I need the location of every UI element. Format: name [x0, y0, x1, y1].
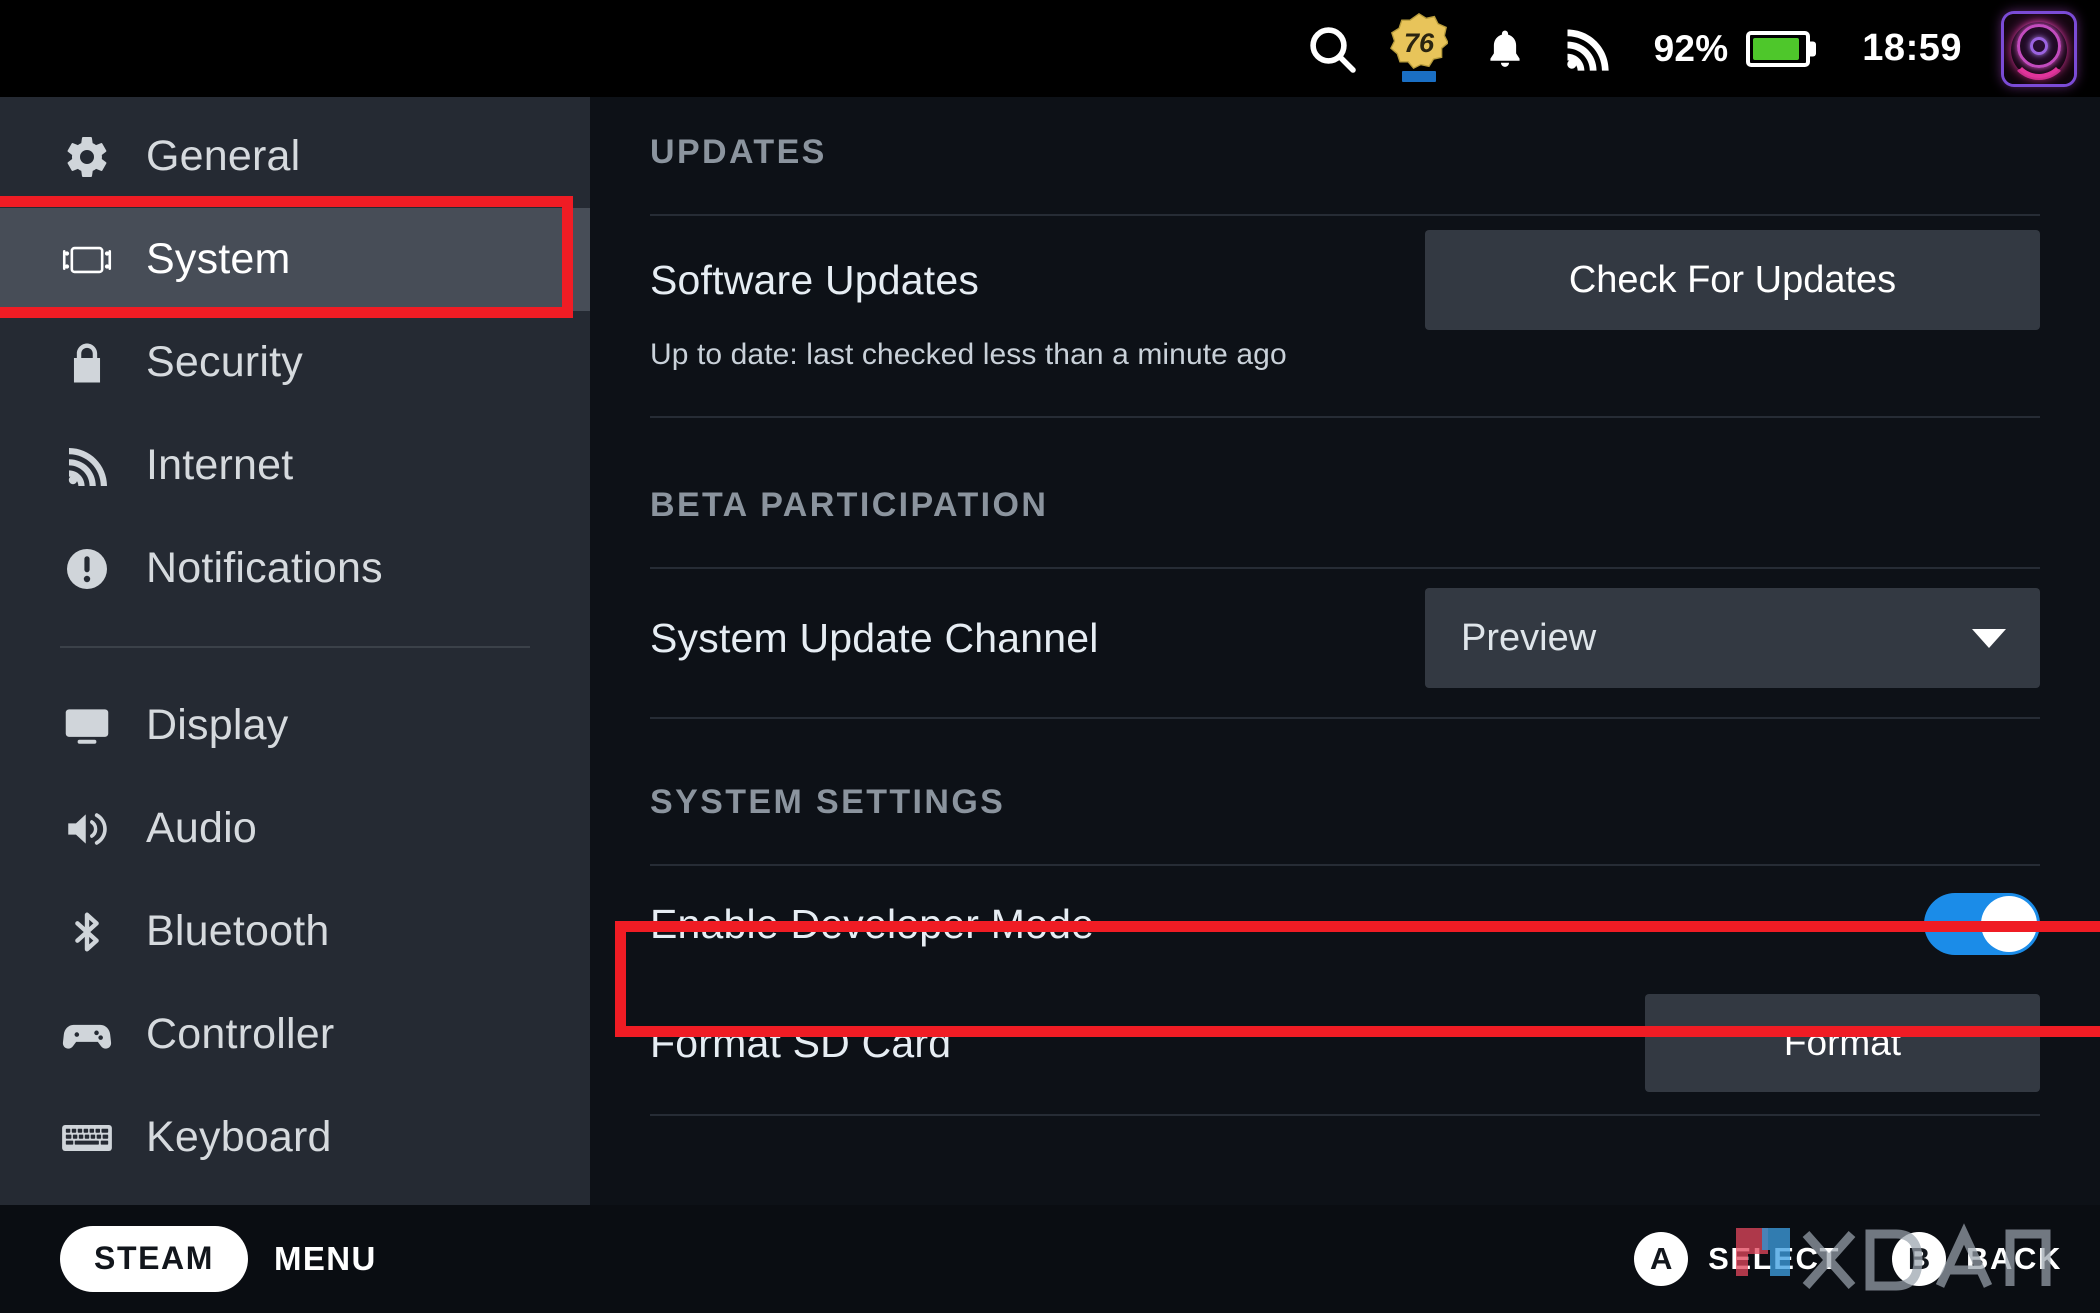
a-button-icon: A [1634, 1232, 1689, 1286]
sidebar-item-label: Notifications [146, 544, 383, 592]
chevron-down-icon [1972, 628, 2006, 648]
gamepad-icon [60, 1008, 114, 1062]
row-enable-developer-mode: Enable Developer Mode [650, 866, 2040, 982]
game-badge-label: 76 [1404, 26, 1435, 57]
system-update-channel-dropdown[interactable]: Preview [1425, 588, 2040, 688]
sidebar-item-label: General [146, 132, 301, 180]
battery-percent-label: 92% [1653, 27, 1729, 69]
menu-label: MENU [274, 1240, 377, 1277]
row-label: Enable Developer Mode [650, 900, 1095, 947]
section-title-system-settings: SYSTEM SETTINGS [650, 783, 1006, 821]
hint-label: BACK [1966, 1241, 2062, 1276]
sidebar-item-internet[interactable]: Internet [0, 414, 590, 517]
bluetooth-icon [60, 905, 114, 959]
sidebar-item-label: Audio [146, 804, 257, 852]
toggle-knob [1981, 896, 2037, 952]
updates-status-text: Up to date: last checked less than a min… [650, 338, 1287, 371]
wifi-icon [60, 439, 114, 493]
settings-sidebar: General System Security Internet Notific… [0, 97, 590, 1205]
section-title-beta: BETA PARTICIPATION [650, 486, 1049, 524]
row-label: System Update Channel [650, 614, 1099, 661]
sidebar-item-label: Display [146, 701, 289, 749]
divider [650, 1114, 2040, 1116]
monitor-icon [60, 699, 114, 753]
section-title-updates: UPDATES [650, 133, 827, 171]
status-bar: 76 92% 18:59 [0, 0, 2100, 97]
clock-label: 18:59 [1862, 27, 1962, 69]
gear-icon [60, 130, 114, 184]
sidebar-item-label: System [146, 235, 291, 283]
alert-circle-icon [60, 542, 114, 596]
wifi-icon[interactable] [1560, 24, 1614, 74]
dropdown-selected-value: Preview [1461, 616, 1597, 659]
battery-icon [1746, 30, 1811, 67]
row-label: Format SD Card [650, 1019, 952, 1066]
row-software-updates: Software Updates Check For Updates [650, 216, 2040, 344]
running-indicator-bar [1401, 70, 1436, 82]
avatar[interactable] [2004, 13, 2074, 84]
check-for-updates-button[interactable]: Check For Updates [1425, 230, 2040, 330]
sidebar-item-label: Bluetooth [146, 907, 330, 955]
sidebar-item-controller[interactable]: Controller [0, 983, 590, 1086]
fallout-76-game-icon[interactable]: 76 [1386, 12, 1452, 84]
sidebar-item-general[interactable]: General [0, 105, 590, 208]
sidebar-item-label: Internet [146, 441, 294, 489]
steam-deck-icon [60, 233, 114, 287]
battery-fill [1753, 37, 1800, 60]
steam-deck-settings-screen: 76 92% 18:59 General System Security Int… [0, 0, 2100, 1313]
section-updates: UPDATES Software Updates Check For Updat… [650, 97, 2040, 418]
enable-developer-mode-toggle[interactable] [1924, 893, 2040, 955]
lock-icon [60, 336, 114, 390]
sidebar-item-security[interactable]: Security [0, 311, 590, 414]
steam-button[interactable]: STEAM [60, 1226, 248, 1292]
avatar-ring-inner [2030, 36, 2048, 55]
speaker-icon [60, 802, 114, 856]
sidebar-item-system[interactable]: System [0, 208, 590, 311]
hint-label: SELECT [1708, 1241, 1841, 1276]
row-format-sd-card: Format SD Card Format [650, 982, 2040, 1104]
sidebar-divider [60, 646, 530, 648]
settings-content-panel: UPDATES Software Updates Check For Updat… [590, 97, 2100, 1205]
sidebar-item-audio[interactable]: Audio [0, 777, 590, 880]
hint-select: A SELECT [1634, 1232, 1840, 1286]
sidebar-item-display[interactable]: Display [0, 674, 590, 777]
sidebar-item-label: Controller [146, 1010, 335, 1058]
keyboard-icon [60, 1111, 114, 1165]
sidebar-item-bluetooth[interactable]: Bluetooth [0, 880, 590, 983]
b-button-icon: B [1892, 1232, 1947, 1286]
section-beta-participation: BETA PARTICIPATION System Update Channel… [650, 418, 2040, 719]
search-icon[interactable] [1304, 21, 1360, 77]
bell-icon[interactable] [1482, 23, 1528, 75]
sidebar-item-label: Security [146, 338, 303, 386]
row-system-update-channel: System Update Channel Preview [650, 569, 2040, 707]
format-sd-card-button[interactable]: Format [1645, 994, 2040, 1092]
section-system-settings: SYSTEM SETTINGS Enable Developer Mode Fo… [650, 719, 2040, 1116]
sidebar-item-keyboard[interactable]: Keyboard [0, 1086, 590, 1189]
sidebar-item-notifications[interactable]: Notifications [0, 517, 590, 620]
gear-badge-shape: 76 [1389, 12, 1448, 69]
sidebar-item-label: Keyboard [146, 1113, 332, 1161]
hint-back: B BACK [1892, 1232, 2062, 1286]
footer-bar: STEAM MENU A SELECT B BACK [0, 1205, 2100, 1313]
row-label: Software Updates [650, 256, 980, 303]
battery-indicator: 92% [1654, 28, 1811, 70]
